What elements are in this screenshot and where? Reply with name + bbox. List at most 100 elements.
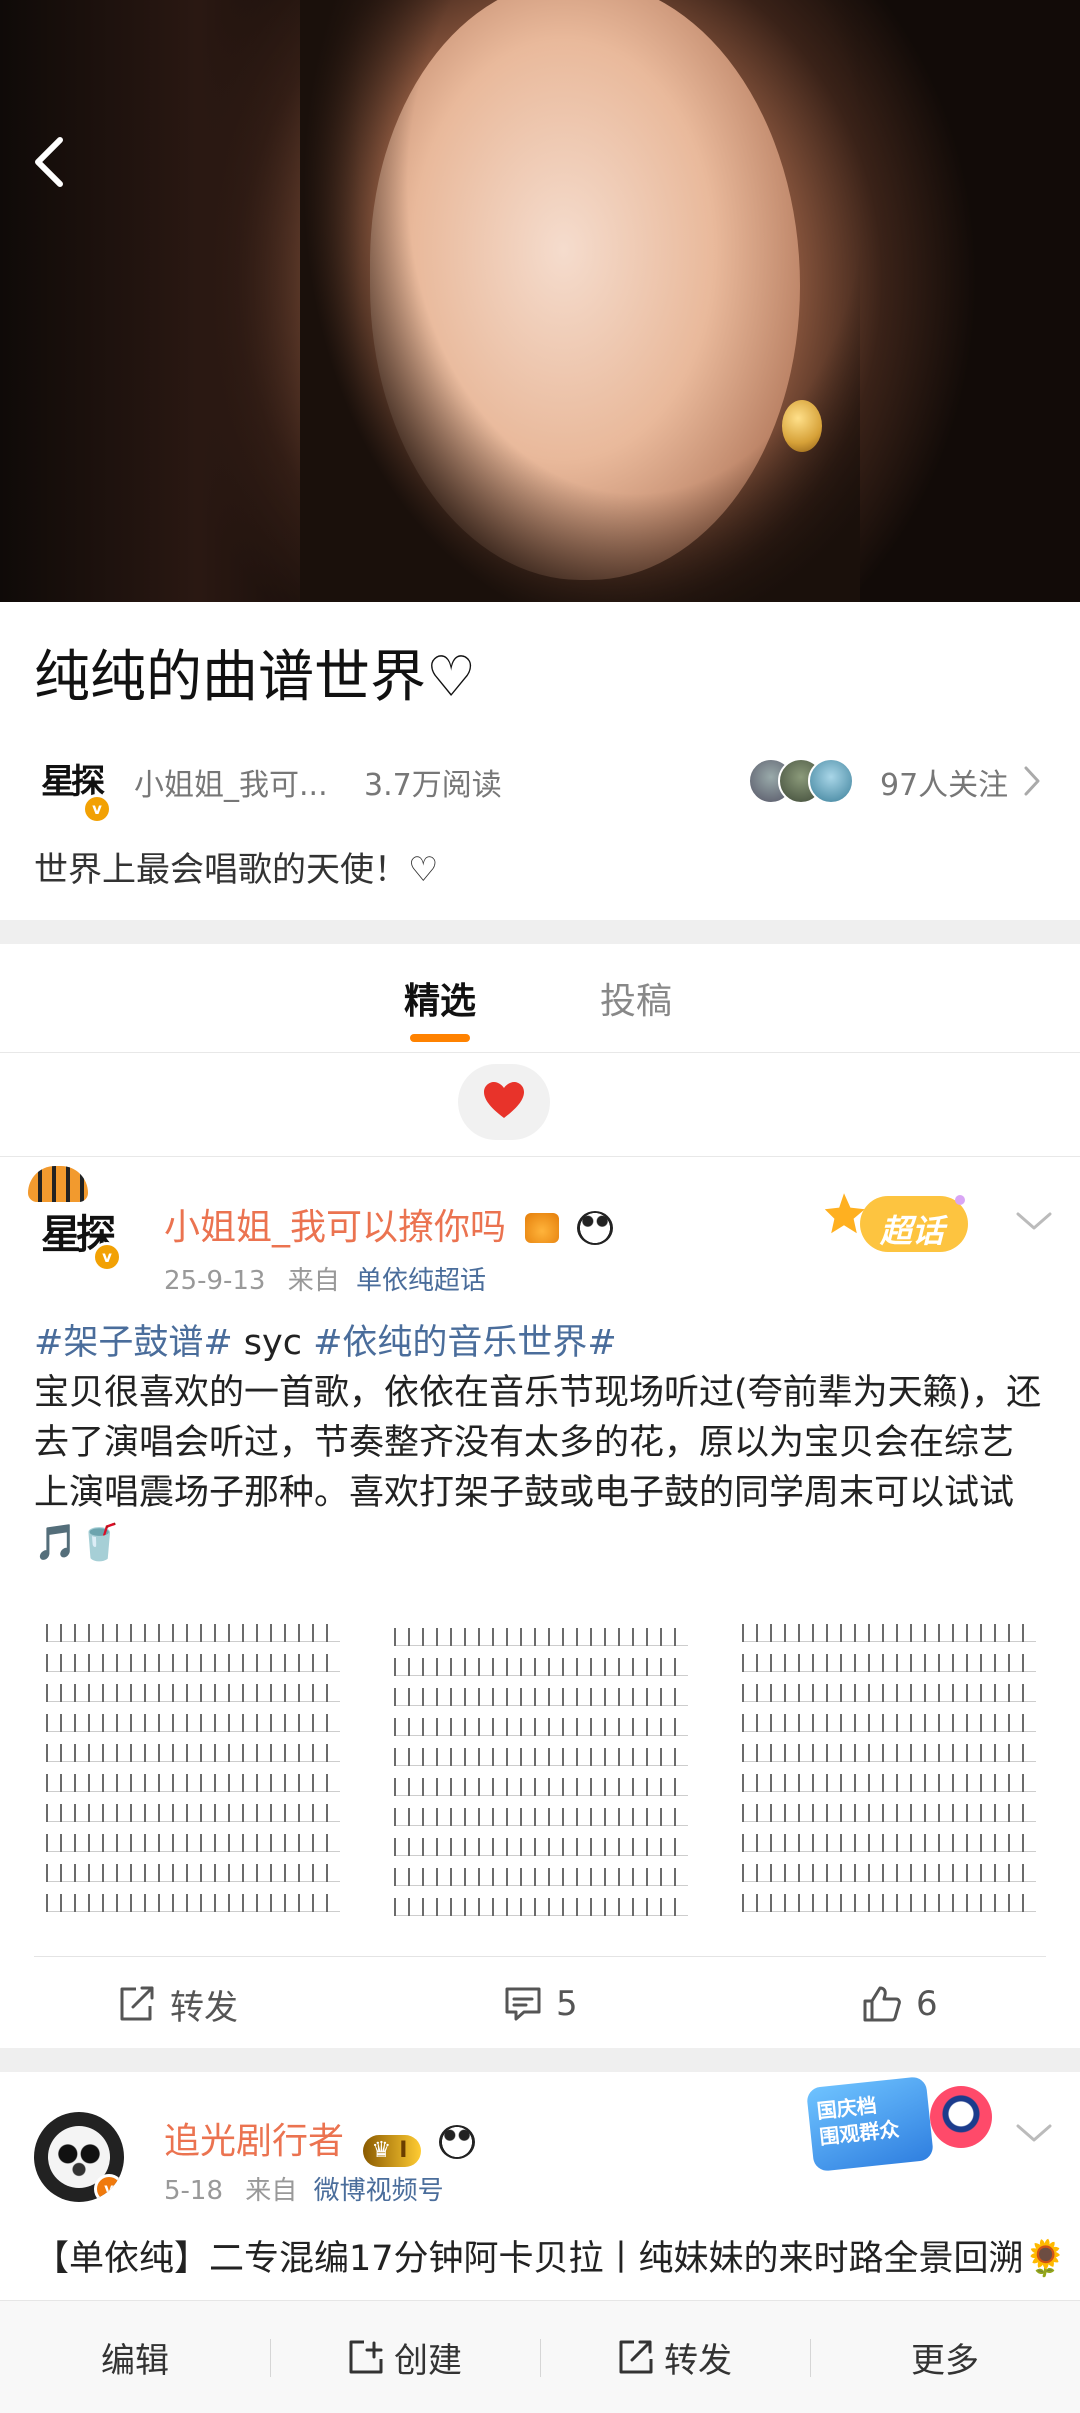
crown-icon: ♛ [371,2138,392,2163]
chevron-down-icon[interactable] [1014,1206,1054,1236]
thumbs-up-icon [863,1986,901,2022]
post-meta: 5-18 来自 微博视频号 [164,2170,444,2207]
tab-divider [0,1052,1080,1053]
topic-description: 世界上最会唱歌的天使！♡ [34,850,439,890]
hashtag-link[interactable]: #依纯的音乐世界# [313,1323,617,1363]
create-label: 创建 [394,2340,462,2381]
score-staff-row [394,1838,688,1856]
score-staff-row [46,1654,340,1672]
score-staff-row [394,1628,688,1646]
score-staff-row [742,1744,1036,1762]
score-staff-row [394,1748,688,1766]
author-name[interactable]: 小姐姐_我可以撩你吗 [164,1198,613,1250]
author-name-text: 追光剧行者 [164,2121,345,2162]
image-thumbnail[interactable] [34,1610,352,1930]
mascot-icon [930,2086,992,2148]
post-meta: 25-9-13 来自 单依纯超话 [164,1260,486,1297]
divider [34,1956,1046,1957]
repost-icon [120,1986,154,2021]
more-label: 更多 [911,2340,979,2381]
score-staff-row [742,1684,1036,1702]
score-staff-row [742,1654,1036,1672]
from-label: 来自 [287,1266,340,1296]
post-text-inline: syc [232,1323,314,1363]
host-avatar[interactable]: 星探 v [34,746,112,824]
topic-title: 纯纯的曲谱世界♡ [34,645,477,710]
bottom-action-bar: 编辑 创建 转发 更多 [0,2300,1080,2413]
event-badge[interactable]: 国庆档 围观群众 [805,2072,1000,2182]
follower-count[interactable]: 97人关注 [880,760,1008,804]
follower-avatars[interactable] [748,758,858,804]
from-label: 来自 [245,2176,298,2206]
score-staff-row [46,1624,340,1642]
level-badge: ♛ I [363,2134,422,2167]
crown-icon [525,1213,560,1243]
score-staff-row [742,1804,1036,1822]
event-badge-label: 国庆档 围观群众 [816,2090,901,2150]
score-staff-row [46,1684,340,1702]
super-topic-label: 超话 [880,1212,945,1250]
active-tab-indicator [410,1034,470,1042]
level-badge-label: I [399,2138,408,2163]
heart-icon [484,1082,524,1118]
score-staff-row [742,1774,1036,1792]
repost-topic-button[interactable]: 转发 [540,2301,810,2413]
verified-icon: v [94,2174,124,2202]
author-avatar[interactable]: 星探 v [28,1166,122,1272]
verified-icon: v [92,1242,122,1272]
comment-button[interactable]: 5 [504,1974,578,2034]
score-staff-row [742,1864,1036,1882]
author-avatar[interactable]: v [34,2112,124,2202]
image-thumbnail[interactable] [730,1610,1048,1930]
edit-label: 编辑 [101,2340,169,2381]
divider [0,1156,1080,1157]
more-button[interactable]: 更多 [810,2301,1080,2413]
like-topic-button[interactable] [458,1064,550,1140]
super-topic-badge[interactable]: 超话 [820,1186,980,1260]
score-staff-row [46,1714,340,1732]
post-text: 【单依纯】二专混编17分钟阿卡贝拉丨纯妹妹的来时路全景回溯🌻 #单依纯# #纯妹… [34,2239,1064,2279]
like-count: 6 [916,1984,938,2024]
like-button[interactable]: 6 [862,1974,938,2034]
post-source[interactable]: 微博视频号 [314,2176,444,2206]
score-staff-row [394,1658,688,1676]
score-staff-row [46,1834,340,1852]
score-staff-row [46,1804,340,1822]
back-icon[interactable] [22,126,78,198]
score-staff-row [394,1898,688,1916]
score-staff-row [742,1834,1036,1852]
score-staff-row [46,1774,340,1792]
post-date: 25-9-13 [164,1266,266,1296]
score-staff-row [46,1894,340,1912]
tiger-icon [28,1166,88,1202]
repost-icon [619,2340,653,2374]
chevron-right-icon[interactable] [1022,764,1042,798]
score-staff-row [394,1868,688,1886]
hashtag-link[interactable]: #架子鼓谱# [34,1323,233,1363]
repost-label: 转发 [170,1987,238,2028]
score-staff-row [742,1714,1036,1732]
score-staff-row [394,1778,688,1796]
author-name[interactable]: 追光剧行者 ♛ I [164,2112,475,2167]
score-staff-row [394,1808,688,1826]
host-name[interactable]: 小姐姐_我可... [134,760,328,804]
post-text: #架子鼓谱# syc #依纯的音乐世界# 宝贝很喜欢的一首歌，依依在音乐节现场听… [34,1318,1046,1568]
score-staff-row [394,1718,688,1736]
chevron-down-icon[interactable] [1014,2118,1054,2148]
post-source[interactable]: 单依纯超话 [356,1266,486,1296]
image-thumbnail[interactable] [382,1610,700,1930]
section-divider [0,920,1080,944]
create-icon [349,2340,383,2374]
create-button[interactable]: 创建 [270,2301,540,2413]
repost-button[interactable]: 转发 [118,1974,238,2034]
tab-featured[interactable]: 精选 [404,972,476,1024]
edit-button[interactable]: 编辑 [0,2301,270,2413]
verified-icon: v [82,794,112,824]
repost-label: 转发 [664,2340,732,2381]
section-divider [0,2048,1080,2072]
tab-submissions[interactable]: 投稿 [600,972,672,1024]
score-staff-row [742,1624,1036,1642]
score-staff-row [394,1688,688,1706]
follower-avatar [808,758,854,804]
panda-icon [576,1211,613,1245]
